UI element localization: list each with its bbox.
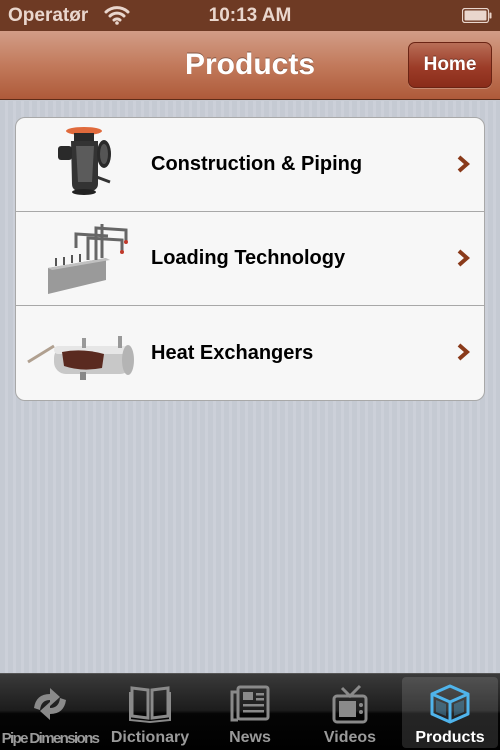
heat-exchanger-image — [27, 336, 134, 380]
tab-dictionary[interactable]: Dictionary — [100, 674, 200, 750]
product-label: Construction & Piping — [151, 153, 363, 175]
tab-label: Products — [415, 729, 485, 746]
product-list: Construction & Piping Loading Technology… — [15, 117, 485, 401]
status-bar: Operatør 10:13 AM — [0, 0, 500, 31]
navigation-bar: Products Home — [0, 31, 500, 100]
tab-products[interactable]: Products — [402, 677, 498, 748]
home-button[interactable]: Home — [408, 42, 492, 88]
tab-pipe-dimensions[interactable]: Pipe Dimensions — [0, 674, 100, 750]
tab-label: News — [229, 729, 271, 746]
tab-news[interactable]: News — [200, 674, 300, 750]
tab-label: Dictionary — [110, 729, 190, 746]
product-label: Loading Technology — [151, 247, 346, 269]
newspaper-icon — [230, 685, 270, 722]
swap-arrows-icon — [34, 688, 66, 720]
product-row-loading-technology[interactable]: Loading Technology — [16, 212, 484, 306]
cube-icon — [430, 684, 470, 724]
product-label: Heat Exchangers — [151, 341, 314, 364]
tab-videos[interactable]: Videos — [300, 674, 400, 750]
loading-arm-image — [48, 224, 128, 294]
strainer-valve-image — [58, 127, 111, 195]
battery-icon — [462, 8, 492, 23]
tab-label: Pipe Dimensions — [1, 730, 100, 747]
clock: 10:13 AM — [208, 5, 292, 26]
content-area: Construction & Piping Loading Technology… — [0, 101, 500, 673]
chevron-right-icon — [457, 249, 470, 267]
chevron-right-icon — [457, 155, 470, 173]
book-icon — [129, 686, 171, 724]
chevron-right-icon — [457, 343, 470, 361]
tab-label: Videos — [323, 729, 377, 746]
product-row-construction-piping[interactable]: Construction & Piping — [16, 118, 484, 212]
tab-bar: Pipe Dimensions Dictionary News Videos P… — [0, 673, 500, 750]
tv-icon — [332, 684, 368, 724]
product-row-heat-exchangers[interactable]: Heat Exchangers — [16, 306, 484, 400]
